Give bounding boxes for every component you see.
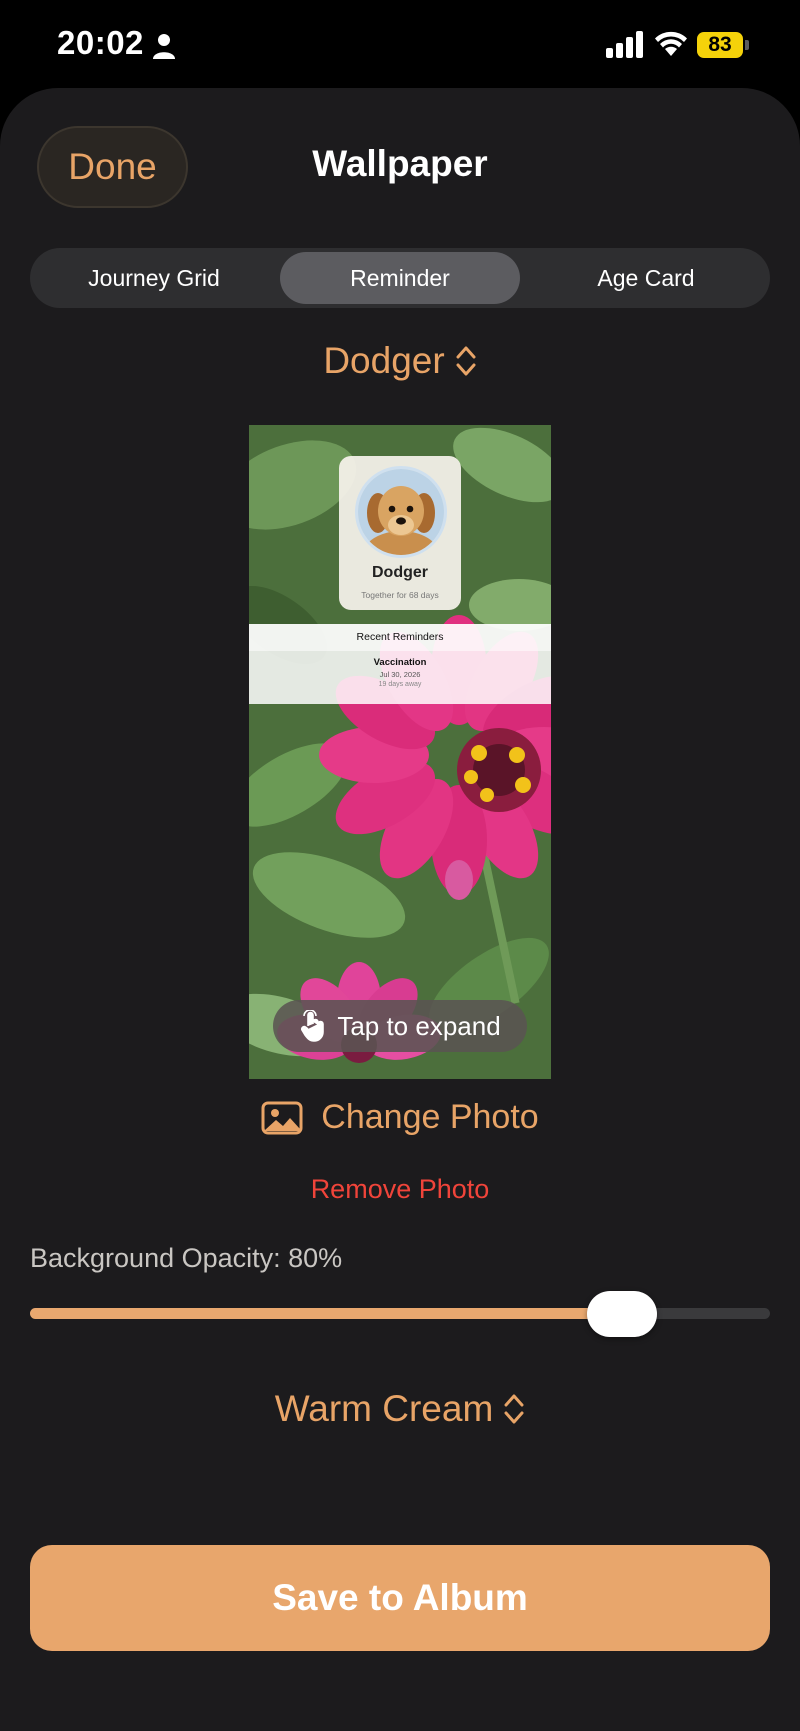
hand-tap-icon (301, 1010, 325, 1042)
tap-to-expand-button[interactable]: Tap to expand (273, 1000, 527, 1052)
cellular-signal-icon (606, 31, 643, 58)
wallpaper-sheet: Done Wallpaper Journey Grid Reminder Age… (0, 88, 800, 1731)
opacity-slider-thumb[interactable] (587, 1291, 657, 1337)
reminder-date: Jul 30, 2026 (379, 670, 421, 679)
reminder-title: Vaccination (373, 657, 427, 668)
battery-level: 83 (708, 33, 732, 56)
opacity-slider-fill (30, 1308, 622, 1319)
segment-journey-grid[interactable]: Journey Grid (34, 252, 274, 304)
puppy-photo (358, 469, 444, 555)
battery-cap (745, 40, 749, 50)
recent-reminders-heading: Recent Reminders (249, 624, 551, 651)
tap-to-expand-label: Tap to expand (337, 1010, 501, 1041)
save-to-album-button[interactable]: Save to Album (30, 1545, 770, 1651)
background-opacity-label: Background Opacity: 80% (30, 1243, 343, 1273)
theme-picker-label: Warm Cream (274, 1388, 494, 1429)
wifi-icon (655, 31, 687, 56)
opacity-slider-track[interactable] (30, 1308, 770, 1319)
recent-reminders-panel: Recent Reminders Vaccination Jul 30, 202… (249, 624, 551, 704)
wallpaper-style-segmented-control: Journey Grid Reminder Age Card (30, 248, 770, 308)
reminder-days-away: 19 days away (378, 681, 422, 688)
segment-reminder[interactable]: Reminder (280, 252, 520, 304)
person-icon (153, 34, 175, 59)
change-photo-button[interactable]: Change Photo (0, 1098, 800, 1137)
chevron-up-down-icon (504, 1394, 524, 1424)
change-photo-label: Change Photo (321, 1098, 539, 1136)
remove-photo-button[interactable]: Remove Photo (0, 1174, 800, 1205)
pet-card: Dodger Together for 68 days (339, 456, 461, 610)
sheet-title: Wallpaper (312, 143, 488, 184)
photo-icon (261, 1101, 303, 1134)
status-time: 20:02 (57, 24, 144, 61)
pet-picker[interactable]: Dodger (0, 340, 800, 382)
status-bar: 20:02 83 (0, 0, 800, 88)
chevron-up-down-icon (456, 346, 476, 376)
segment-age-card[interactable]: Age Card (526, 252, 766, 304)
wallpaper-preview[interactable]: Dodger Together for 68 days Recent Remin… (249, 425, 551, 1079)
pet-picker-label: Dodger (323, 340, 445, 381)
pet-avatar (355, 466, 447, 558)
theme-picker[interactable]: Warm Cream (0, 1388, 800, 1430)
preview-pet-name: Dodger (372, 564, 428, 581)
battery-indicator: 83 (697, 32, 749, 58)
preview-together-text: Together for 68 days (361, 590, 439, 600)
